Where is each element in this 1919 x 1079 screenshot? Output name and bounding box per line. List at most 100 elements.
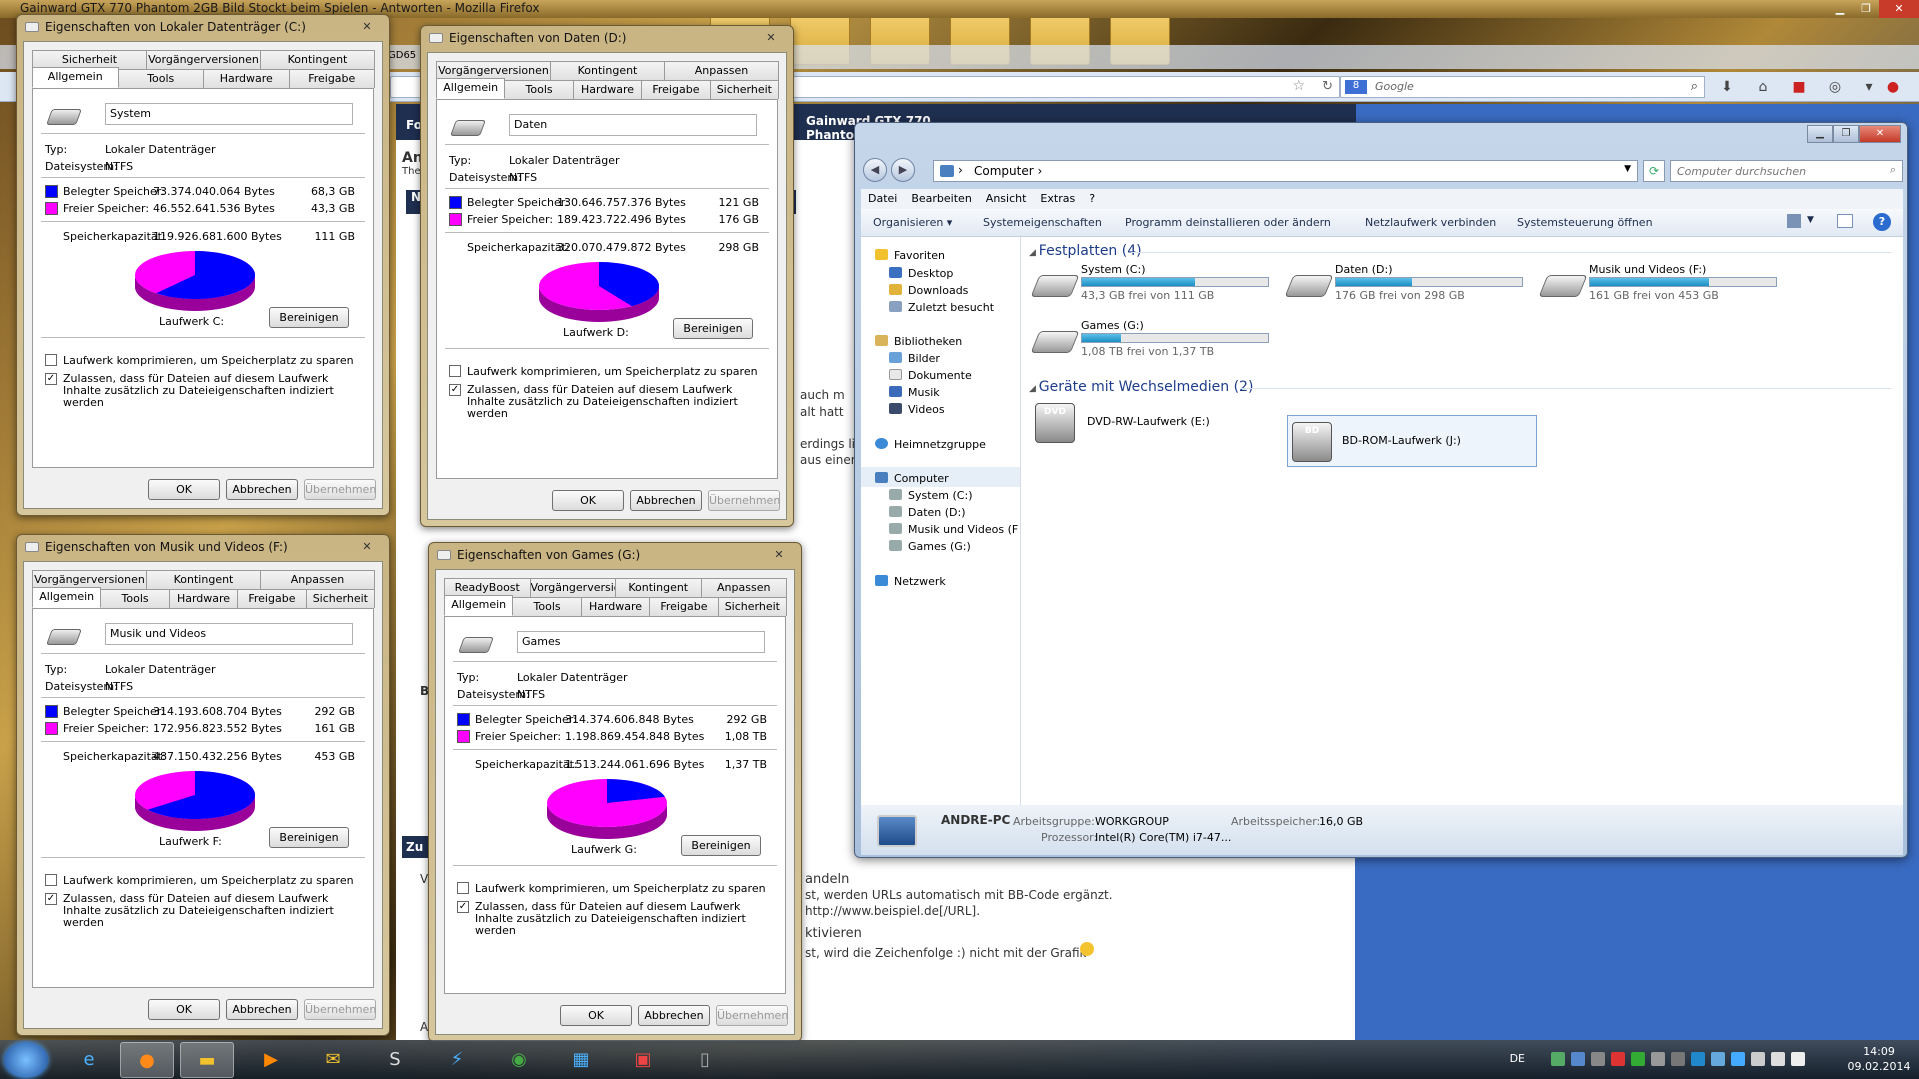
tab-fragment[interactable]: GD65	[388, 50, 416, 61]
tray-icon[interactable]	[1571, 1052, 1585, 1066]
cancel-button[interactable]: Abbrechen	[226, 999, 298, 1020]
breadcrumb-computer[interactable]: Computer	[974, 164, 1034, 178]
properties-dialog-g[interactable]: Eigenschaften von Games (G:) ✕ ReadyBoos…	[428, 542, 802, 1042]
tab-2[interactable]: Kontingent	[260, 50, 375, 69]
nav-downloads[interactable]: Downloads	[889, 284, 968, 297]
nav-network[interactable]: Netzwerk	[875, 575, 946, 588]
search-icon[interactable]: ⌕	[1691, 79, 1698, 94]
tab-1[interactable]: Tools	[117, 69, 204, 88]
drive-tile-f[interactable]: Musik und Videos (F:) 161 GB frei von 45…	[1537, 263, 1777, 307]
menu-datei[interactable]: Datei	[861, 189, 904, 208]
tab-4[interactable]: Sicherheit	[717, 597, 788, 616]
tray-icon[interactable]	[1611, 1052, 1625, 1066]
compress-checkbox[interactable]	[45, 354, 57, 366]
tab-3[interactable]: Freigabe	[649, 597, 719, 616]
tab-1[interactable]: Tools	[512, 597, 582, 616]
volume-name-input[interactable]: System	[105, 103, 353, 125]
refresh-icon[interactable]: ⟳	[1643, 160, 1665, 182]
tab-3[interactable]: Freigabe	[641, 80, 711, 99]
sync-icon[interactable]: ◎	[1826, 78, 1844, 96]
tab-1[interactable]: Vorgängerversionen	[146, 50, 261, 69]
dialog-title[interactable]: Eigenschaften von Musik und Videos (F:)	[25, 540, 349, 558]
tab-3[interactable]: Anpassen	[700, 578, 787, 597]
apply-button[interactable]: Übernehmen	[716, 1005, 788, 1026]
breadcrumb-chevron-icon[interactable]: ›	[1037, 164, 1042, 178]
compress-checkbox[interactable]	[45, 874, 57, 886]
nav-drive-d[interactable]: Daten (D:)	[889, 506, 966, 519]
media-player-icon[interactable]: ▶	[244, 1042, 298, 1078]
view-options-icon[interactable]	[1787, 214, 1801, 228]
reload-icon[interactable]: ↻	[1322, 79, 1333, 94]
apply-button[interactable]: Übernehmen	[304, 999, 376, 1020]
task-manager-icon[interactable]: ▦	[554, 1042, 608, 1078]
ok-button[interactable]: OK	[148, 999, 220, 1020]
ok-button[interactable]: OK	[148, 479, 220, 500]
group-hard-drives[interactable]: ◢ Festplatten (4)	[1029, 243, 1142, 259]
search-icon[interactable]: ⌕	[1890, 163, 1896, 177]
tab-0[interactable]: Allgemein	[436, 78, 506, 99]
nav-desktop[interactable]: Desktop	[889, 267, 953, 280]
close-icon[interactable]: ✕	[1879, 0, 1919, 18]
organize-button[interactable]: Organisieren ▾	[873, 216, 952, 229]
index-checkbox[interactable]: ✓	[45, 373, 57, 385]
menu-ansicht[interactable]: Ansicht	[979, 189, 1034, 208]
breadcrumb-chevron-icon[interactable]: ›	[958, 163, 963, 177]
menu-help[interactable]: ?	[1082, 189, 1102, 208]
tray-icon[interactable]	[1711, 1052, 1725, 1066]
nav-videos[interactable]: Videos	[889, 403, 945, 416]
web-search-input[interactable]: 8 Google ⌕	[1340, 76, 1705, 98]
disk-cleanup-button[interactable]: Bereinigen	[269, 307, 349, 328]
tab-2[interactable]: Hardware	[168, 589, 239, 608]
compress-checkbox[interactable]	[449, 365, 461, 377]
tab-4[interactable]: Sicherheit	[709, 80, 780, 99]
nav-drive-f[interactable]: Musik und Videos (F	[889, 523, 1018, 536]
internet-explorer-icon[interactable]: e	[62, 1042, 116, 1078]
menu-extras[interactable]: Extras	[1033, 189, 1082, 208]
help-icon[interactable]: ?	[1873, 213, 1891, 231]
cancel-button[interactable]: Abbrechen	[630, 490, 702, 511]
home-icon[interactable]: ⌂	[1754, 78, 1772, 96]
maximize-icon[interactable]: ❐	[1833, 125, 1859, 143]
tray-icon[interactable]	[1731, 1052, 1745, 1066]
index-checkbox[interactable]: ✓	[45, 893, 57, 905]
preview-pane-icon[interactable]	[1837, 214, 1853, 228]
tab-0[interactable]: Allgemein	[32, 587, 102, 608]
tab-2[interactable]: Anpassen	[664, 61, 779, 80]
start-button[interactable]	[4, 1042, 48, 1078]
back-button[interactable]: ◀	[863, 158, 887, 182]
close-icon[interactable]: ✕	[1859, 125, 1901, 143]
tab-0[interactable]: Allgemein	[32, 67, 119, 88]
language-indicator[interactable]: DE	[1510, 1052, 1525, 1065]
volume-name-input[interactable]: Musik und Videos	[105, 623, 353, 645]
tab-1[interactable]: Vorgängerversionen	[529, 578, 616, 597]
tray-icon[interactable]	[1591, 1052, 1605, 1066]
properties-dialog-c[interactable]: Eigenschaften von Lokaler Datenträger (C…	[16, 14, 390, 516]
monitor-app-icon[interactable]: ▣	[616, 1042, 670, 1078]
group-removable[interactable]: ◢ Geräte mit Wechselmedien (2)	[1029, 379, 1253, 395]
collapse-triangle-icon[interactable]: ◢	[1029, 384, 1039, 394]
tab-4[interactable]: Sicherheit	[305, 589, 376, 608]
view-dropdown-icon[interactable]: ▼	[1807, 215, 1814, 225]
apply-button[interactable]: Übernehmen	[304, 479, 376, 500]
drive-tile-d[interactable]: Daten (D:) 176 GB frei von 298 GB	[1283, 263, 1523, 307]
nav-favorites[interactable]: Favoriten	[875, 249, 945, 262]
minimize-icon[interactable]: ▁	[1807, 125, 1833, 143]
forward-button[interactable]: ▶	[891, 158, 915, 182]
volume-icon[interactable]	[1791, 1052, 1805, 1066]
address-dropdown-icon[interactable]: ▼	[1624, 164, 1631, 174]
collapse-triangle-icon[interactable]: ◢	[1029, 248, 1039, 258]
tray-icon[interactable]	[1651, 1052, 1665, 1066]
clock[interactable]: 14:09 09.02.2014	[1847, 1044, 1911, 1074]
dialog-title[interactable]: Eigenschaften von Daten (D:)	[429, 31, 753, 49]
ok-button[interactable]: OK	[560, 1005, 632, 1026]
tray-icon[interactable]	[1631, 1052, 1645, 1066]
address-bar[interactable]: › Computer › ▼	[933, 160, 1638, 182]
lightning-icon[interactable]: ⚡	[430, 1042, 484, 1078]
tab-2[interactable]: Hardware	[580, 597, 651, 616]
drive-tile-g[interactable]: Games (G:) 1,08 TB frei von 1,37 TB	[1029, 319, 1269, 363]
cancel-button[interactable]: Abbrechen	[226, 479, 298, 500]
tab-1[interactable]: Kontingent	[550, 61, 665, 80]
tray-icon[interactable]	[1691, 1052, 1705, 1066]
tab-2[interactable]: Kontingent	[615, 578, 702, 597]
nav-libraries[interactable]: Bibliotheken	[875, 335, 962, 348]
